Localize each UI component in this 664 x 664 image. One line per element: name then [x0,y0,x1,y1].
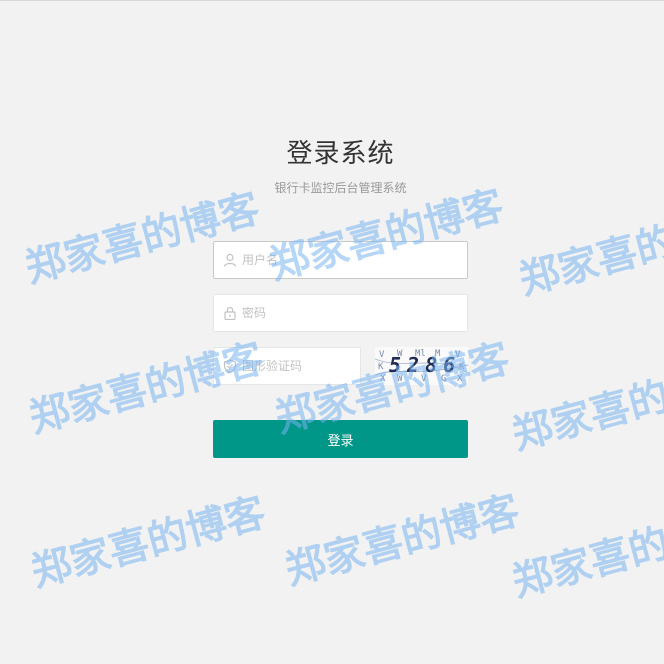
svg-text:K: K [378,362,384,372]
login-button[interactable]: 登录 [213,420,468,458]
page-title: 登录系统 [286,139,395,169]
shield-icon [223,359,237,373]
top-border [0,0,664,1]
captcha-field[interactable] [213,347,361,385]
lock-icon [224,306,236,320]
user-icon [223,253,237,267]
username-input[interactable] [242,242,462,278]
watermark: 郑家喜的博客 [26,489,271,597]
captcha-text: 5286 [389,353,462,377]
watermark: 郑家喜的博客 [514,197,664,305]
svg-text:V: V [379,350,385,360]
password-field[interactable] [213,294,468,332]
captcha-input[interactable] [242,348,354,384]
svg-text:X: X [380,374,386,384]
login-form: 登录系统 银行卡监控后台管理系统 VWMl MV KK XWV [213,136,468,458]
watermark: 郑家喜的博客 [507,499,664,607]
page-subtitle: 银行卡监控后台管理系统 [274,181,407,195]
password-input[interactable] [242,295,462,331]
watermark: 郑家喜的博客 [507,352,664,460]
captcha-image[interactable]: V W Ml MV KK XWV GX 5286 [375,347,468,385]
username-field[interactable] [213,241,468,279]
watermark: 郑家喜的博客 [280,487,525,595]
